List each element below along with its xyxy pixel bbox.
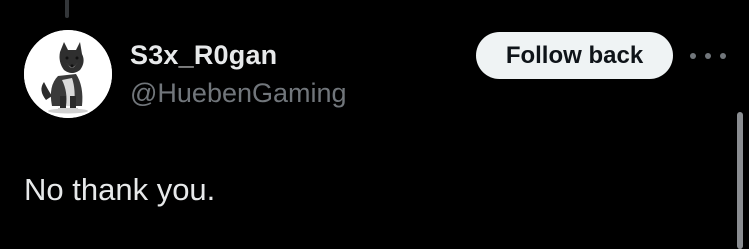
ellipsis-dot <box>705 53 711 59</box>
user-display-name[interactable]: S3x_R0gan <box>130 40 277 71</box>
ellipsis-dot <box>690 53 696 59</box>
ellipsis-icon[interactable] <box>690 46 726 66</box>
wolf-avatar-image <box>24 30 112 118</box>
scrollbar[interactable] <box>737 112 743 249</box>
follow-back-button[interactable]: Follow back <box>476 32 673 79</box>
ellipsis-dot <box>720 53 726 59</box>
tweet-text: No thank you. <box>24 172 216 207</box>
avatar[interactable] <box>24 30 112 118</box>
thread-connector-line <box>65 0 69 18</box>
user-handle[interactable]: @HuebenGaming <box>130 78 347 109</box>
